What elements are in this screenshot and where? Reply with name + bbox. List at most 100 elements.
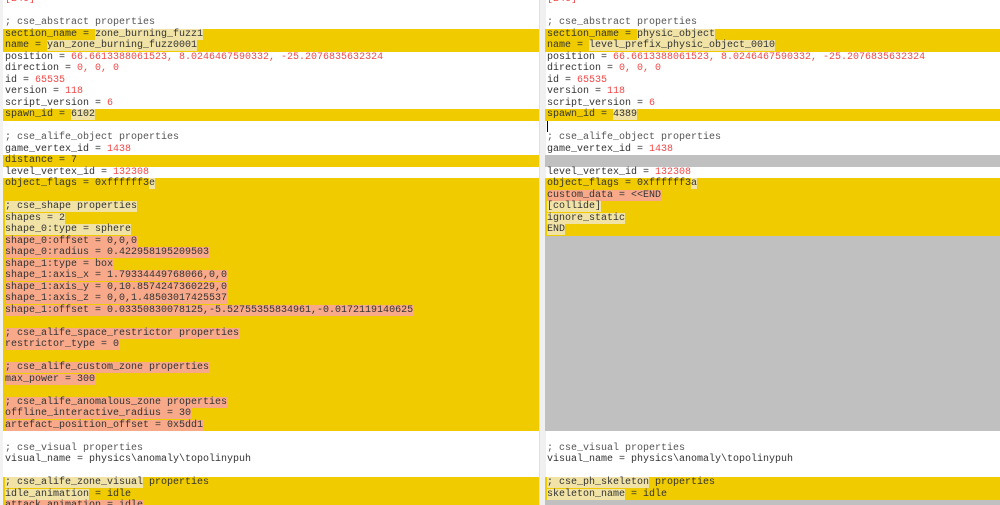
diff-line[interactable]: artefact_position_offset = 0x5dd1 [3,419,539,432]
line[interactable]: ; cse_visual properties [3,443,539,455]
line[interactable]: ; cse_visual properties [545,443,1000,455]
diff-line[interactable]: shape_1:axis_z = 0,0,1.48503017425537 [3,293,539,305]
gap-line[interactable] [545,281,1000,294]
gap-line[interactable] [545,304,1000,317]
line[interactable] [3,6,539,18]
line[interactable] [545,120,1000,133]
diff-line[interactable]: shape_1:type = box [3,258,539,271]
diff-line[interactable]: ; cse_alife_zone_visual properties [3,477,539,489]
number-value: 65535 [577,74,608,86]
line[interactable] [545,6,1000,18]
inserted-text: shape_1:type = box [5,258,114,270]
code-text: properties [143,477,210,489]
diff-line[interactable]: shape_1:axis_x = 1.79334449768066,0,0 [3,270,539,282]
code-text: visual_name = physics\anomaly\topolinypu… [547,454,794,466]
code-text: level_vertex_id = [547,166,656,178]
gap-line[interactable] [545,500,1000,505]
gap-line[interactable] [545,373,1000,386]
gap-line[interactable] [545,235,1000,248]
code-text: spawn_id = [5,109,72,121]
gap-line[interactable] [545,339,1000,351]
gap-line[interactable] [545,327,1000,340]
line[interactable]: direction = 0, 0, 0 [545,63,1000,75]
line[interactable]: position = 66.6613388061523, 8.024646759… [545,52,1000,64]
diff-line[interactable]: ; cse_alife_custom_zone properties [3,362,539,374]
comment-text: ; cse_abstract properties [5,17,156,29]
changed-text: skeleton_name [547,488,626,500]
line[interactable]: visual_name = physics\anomaly\topolinypu… [3,454,539,466]
diff-line[interactable]: object_flags = 0xffffff3a [545,178,1000,190]
line[interactable]: ; cse_abstract properties [3,17,539,29]
diff-line[interactable]: max_power = 300 [3,373,539,386]
diff-line[interactable]: custom_data = <<END [545,189,1000,202]
diff-line[interactable]: name = yan_zone_burning_fuzz0001 [3,40,539,52]
gap-line[interactable] [545,362,1000,374]
gap-line[interactable] [545,293,1000,305]
gap-line[interactable] [545,408,1000,420]
line[interactable] [3,431,539,443]
line[interactable]: ; cse_alife_object properties [3,132,539,144]
gap-line[interactable] [545,419,1000,432]
gap-line[interactable] [545,258,1000,271]
line[interactable]: ; cse_abstract properties [545,17,1000,29]
line[interactable]: ; cse_alife_object properties [545,132,1000,144]
left-file-pane[interactable]: [246] ; cse_abstract propertiessection_na… [0,0,539,505]
diff-line[interactable]: idle_animation = idle [3,488,539,501]
line[interactable]: id = 65535 [3,75,539,87]
comment-text: ; cse_alife_object properties [5,132,180,144]
line[interactable]: game_vertex_id = 1438 [3,144,539,156]
line[interactable]: version = 118 [3,86,539,98]
gap-line[interactable] [545,385,1000,397]
number-value: 132308 [655,166,692,178]
gap-line[interactable] [545,270,1000,282]
line[interactable]: id = 65535 [545,75,1000,87]
line[interactable] [3,466,539,478]
line[interactable]: level_vertex_id = 132308 [3,167,539,179]
diff-line[interactable]: shape_0:radius = 0.422958195209503 [3,247,539,259]
line[interactable]: level_vertex_id = 132308 [545,167,1000,179]
diff-line[interactable]: offline_interactive_radius = 30 [3,408,539,420]
diff-line[interactable]: ; cse_shape properties [3,201,539,213]
line[interactable]: position = 66.6613388061523, 8.024646759… [3,52,539,64]
line[interactable]: direction = 0, 0, 0 [3,63,539,75]
gap-line[interactable] [545,155,1000,167]
gap-line[interactable] [545,350,1000,363]
diff-line[interactable] [3,385,539,397]
diff-line[interactable]: ; cse_alife_space_restrictor properties [3,327,539,340]
diff-line[interactable] [3,316,539,328]
diff-line[interactable] [3,189,539,202]
diff-line[interactable]: section_name = physic_object [545,28,1000,41]
diff-line[interactable]: ; cse_ph_skeleton properties [545,477,1000,489]
line[interactable] [545,466,1000,478]
diff-line[interactable]: shape_1:axis_y = 0,10.8574247360229,0 [3,281,539,294]
line[interactable]: script_version = 6 [545,98,1000,110]
diff-line[interactable] [3,350,539,363]
diff-line[interactable]: shapes = 2 [3,212,539,225]
diff-line[interactable]: skeleton_name = idle [545,488,1000,501]
diff-line[interactable]: shape_0:type = sphere [3,224,539,236]
diff-line[interactable]: [collide] [545,201,1000,213]
line[interactable]: game_vertex_id = 1438 [545,144,1000,156]
right-file-pane[interactable]: [246] ; cse_abstract propertiessection_na… [545,0,1000,505]
diff-line[interactable]: spawn_id = 4389 [545,109,1000,121]
diff-line[interactable]: section_name = zone_burning_fuzz1 [3,28,539,41]
diff-line[interactable]: distance = 7 [3,155,539,167]
gap-line[interactable] [545,316,1000,328]
line[interactable] [3,121,539,133]
line[interactable]: version = 118 [545,86,1000,98]
diff-line[interactable]: ignore_static [545,212,1000,225]
diff-line[interactable]: object_flags = 0xffffff3e [3,178,539,190]
diff-line[interactable]: END [545,224,1000,236]
diff-line[interactable]: shape_1:offset = 0.03350830078125,-5.527… [3,304,539,317]
diff-line[interactable]: ; cse_alife_anomalous_zone properties [3,396,539,409]
gap-line[interactable] [545,396,1000,409]
gap-line[interactable] [545,247,1000,259]
diff-line[interactable]: shape_0:offset = 0,0,0 [3,235,539,248]
diff-line[interactable]: attack_animation = idle [3,500,539,505]
line[interactable]: visual_name = physics\anomaly\topolinypu… [545,454,1000,466]
line[interactable] [545,431,1000,443]
line[interactable]: script_version = 6 [3,98,539,110]
diff-line[interactable]: spawn_id = 6102 [3,109,539,121]
diff-line[interactable]: name = level_prefix_physic_object_0010 [545,40,1000,52]
diff-line[interactable]: restrictor_type = 0 [3,339,539,351]
